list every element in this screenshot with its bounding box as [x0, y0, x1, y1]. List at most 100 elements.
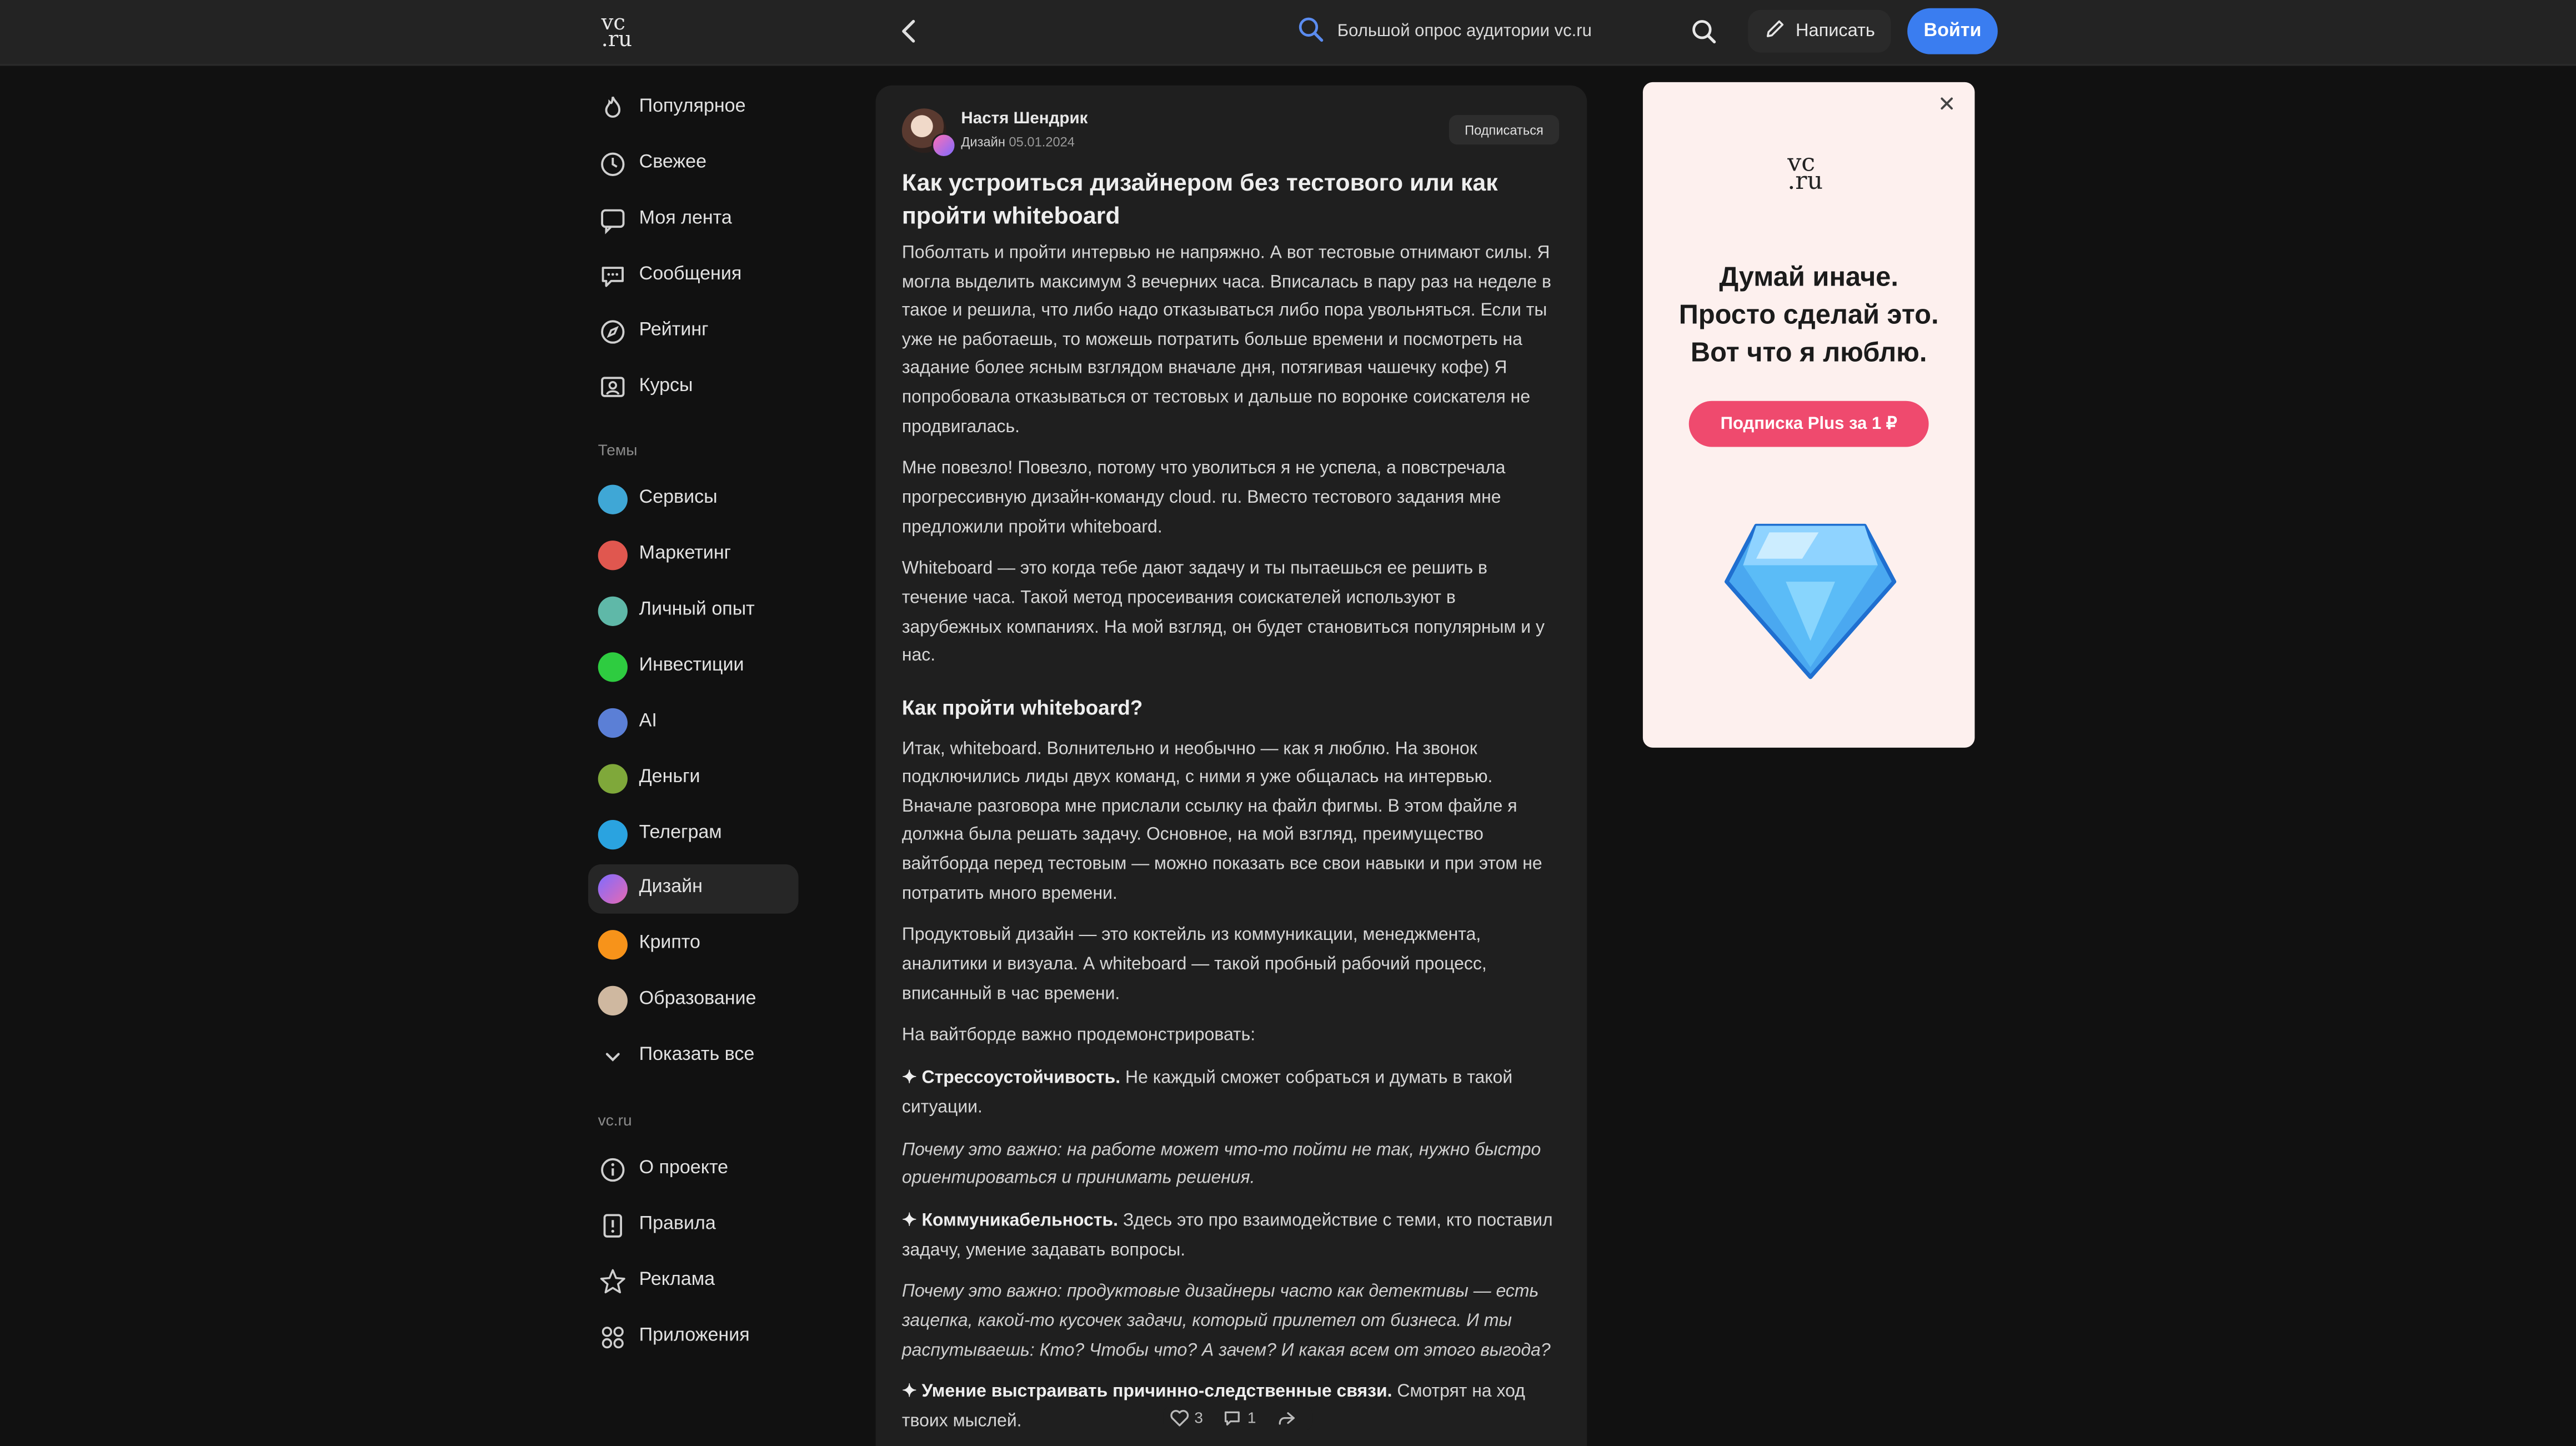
diamond-icon — [1720, 509, 1901, 681]
sidebar-item-label: О проекте — [639, 1158, 729, 1178]
search-bar[interactable]: Большой опрос аудитории vc.ru — [1298, 13, 1592, 49]
sidebar-item-investments[interactable]: Инвестиции — [588, 643, 799, 692]
bullet-title: ✦ Умение выстраивать причинно-следственн… — [901, 1382, 1392, 1402]
sidebar-item-marketing[interactable]: Маркетинг — [588, 531, 799, 580]
investments-topic-icon — [598, 652, 628, 682]
feed-icon — [598, 206, 628, 235]
italic-paragraph: Почему это важно: продуктовые дизайнеры … — [902, 1279, 1556, 1365]
search-button[interactable] — [1691, 18, 1717, 53]
sidebar-item-label: Реклама — [639, 1270, 715, 1290]
post-category[interactable]: Дизайн — [961, 135, 1005, 150]
share-button[interactable] — [1276, 1408, 1295, 1428]
star-icon — [598, 1267, 628, 1297]
sidebar-item-label: Свежее — [639, 153, 707, 173]
back-arrow-icon[interactable] — [895, 17, 925, 46]
sidebar-item-label: Популярное — [639, 97, 746, 117]
ad-headline-line: Думай иначе. — [1719, 263, 1898, 293]
sidebar-item-fresh[interactable]: Свежее — [588, 139, 799, 189]
article-card: Настя Шендрик Дизайн 05.01.2024 Подписат… — [875, 85, 1587, 1446]
post-date: 05.01.2024 — [1009, 134, 1075, 150]
comments-button[interactable]: 1 — [1223, 1408, 1256, 1428]
ad-banner[interactable]: vc .ru Думай иначе. Просто сделай это. В… — [1642, 82, 1975, 748]
sidebar-item-rating[interactable]: Рейтинг — [588, 307, 799, 357]
ad-logo-line-2: .ru — [1787, 166, 1823, 196]
courses-icon — [598, 373, 628, 402]
sidebar-item-rules[interactable]: Правила — [588, 1201, 799, 1250]
subscribe-button[interactable]: Подписаться — [1449, 115, 1560, 145]
sidebar-item-crypto[interactable]: Крипто — [588, 920, 799, 969]
sidebar-item-label: Маркетинг — [639, 544, 731, 564]
write-label: Написать — [1795, 21, 1875, 41]
share-icon — [1278, 1412, 1294, 1425]
sidebar-item-label: Деньги — [639, 767, 700, 787]
sidebar-item-label: Сообщения — [639, 264, 742, 284]
section-heading: Как пройти whiteboard? — [901, 696, 1143, 719]
article-body: Поболтать и пройти интервью не напряжно.… — [902, 240, 1556, 1446]
topic-badge-icon — [931, 133, 956, 158]
info-icon — [598, 1155, 628, 1184]
sidebar-item-about[interactable]: О проекте — [588, 1145, 799, 1195]
search-icon — [1298, 16, 1324, 47]
like-count: 3 — [1194, 1409, 1204, 1427]
author-name[interactable]: Настя Шендрик — [961, 110, 1087, 128]
ad-headline: Думай иначе. Просто сделай это. Вот что … — [1643, 259, 1974, 373]
rules-icon — [598, 1211, 628, 1240]
sidebar-item-label: Образование — [639, 989, 756, 1009]
paragraph: Итак, whiteboard. Волнительно и необычно… — [901, 739, 1542, 903]
sidebar-item-design[interactable]: Дизайн — [588, 864, 799, 914]
apps-icon — [598, 1323, 628, 1352]
marketing-topic-icon — [598, 541, 628, 571]
italic-paragraph: Почему это важно: на работе может что-то… — [902, 1137, 1556, 1194]
sidebar-item-telegram[interactable]: Телеграм — [588, 810, 799, 859]
site-logo[interactable]: vc .ru — [601, 13, 633, 53]
compass-icon — [598, 317, 628, 347]
comment-icon — [1225, 1411, 1240, 1426]
paragraph: Продуктовый дизайн — это коктейль из ком… — [901, 925, 1487, 1004]
sidebar-item-label: Рейтинг — [639, 320, 709, 341]
bullet-paragraph: ✦ Коммуникабельность. Здесь это про взаи… — [902, 1208, 1556, 1265]
sidebar-item-label: Приложения — [639, 1326, 750, 1346]
paragraph: На вайтборде важно продемонстрировать: — [901, 1025, 1256, 1046]
sidebar-item-ads[interactable]: Реклама — [588, 1257, 799, 1307]
chat-icon — [598, 261, 628, 291]
sidebar-item-label: Крипто — [639, 933, 700, 953]
crypto-topic-icon — [598, 930, 628, 960]
sidebar-item-popular[interactable]: Популярное — [588, 84, 799, 133]
money-topic-icon — [598, 764, 628, 794]
sidebar-item-label: Курсы — [639, 376, 693, 396]
comment-count: 1 — [1247, 1409, 1256, 1427]
sidebar-item-messages[interactable]: Сообщения — [588, 252, 799, 301]
search-promo-text: Большой опрос аудитории vc.ru — [1337, 21, 1592, 41]
sidebar-item-personal-experience[interactable]: Личный опыт — [588, 587, 799, 636]
education-topic-icon — [598, 985, 628, 1015]
heart-icon — [1170, 1410, 1189, 1427]
design-topic-icon — [598, 874, 628, 904]
login-button[interactable]: Войти — [1907, 8, 1998, 54]
sidebar-item-label: Инвестиции — [639, 656, 744, 676]
top-bar: vc .ru Большой опрос аудитории vc.ru Нап… — [0, 0, 2576, 66]
search-icon — [1692, 20, 1716, 44]
telegram-topic-icon — [598, 819, 628, 850]
sidebar-item-label: Телеграм — [639, 823, 722, 843]
logo-line-2: .ru — [601, 28, 633, 53]
paragraph: Мне повезло! Повезло, потому что уволить… — [901, 459, 1506, 537]
sidebar-item-money[interactable]: Деньги — [588, 754, 799, 804]
sidebar-item-ai[interactable]: AI — [588, 698, 799, 748]
close-icon[interactable] — [1935, 92, 1958, 115]
sidebar-item-education[interactable]: Образование — [588, 976, 799, 1025]
article-title[interactable]: Как устроиться дизайнером без тестового … — [902, 168, 1559, 233]
personal-experience-topic-icon — [598, 596, 628, 626]
sidebar-item-apps[interactable]: Приложения — [588, 1313, 799, 1362]
show-all-button[interactable]: Показать все — [588, 1032, 799, 1082]
like-button[interactable]: 3 — [1170, 1408, 1203, 1428]
subscribe-plus-button[interactable]: Подписка Plus за 1 ₽ — [1688, 401, 1929, 447]
ad-logo: vc .ru — [1787, 151, 1823, 196]
sidebar-item-services[interactable]: Сервисы — [588, 475, 799, 524]
sidebar-item-courses[interactable]: Курсы — [588, 363, 799, 413]
show-all-label: Показать все — [639, 1045, 755, 1065]
chevron-down-icon — [598, 1042, 628, 1071]
write-button[interactable]: Написать — [1748, 9, 1892, 53]
ad-headline-line: Просто сделай это. — [1678, 301, 1939, 331]
sidebar-item-feed[interactable]: Моя лента — [588, 196, 799, 245]
why-text: Почему это важно: на работе может что-то… — [901, 1139, 1541, 1189]
